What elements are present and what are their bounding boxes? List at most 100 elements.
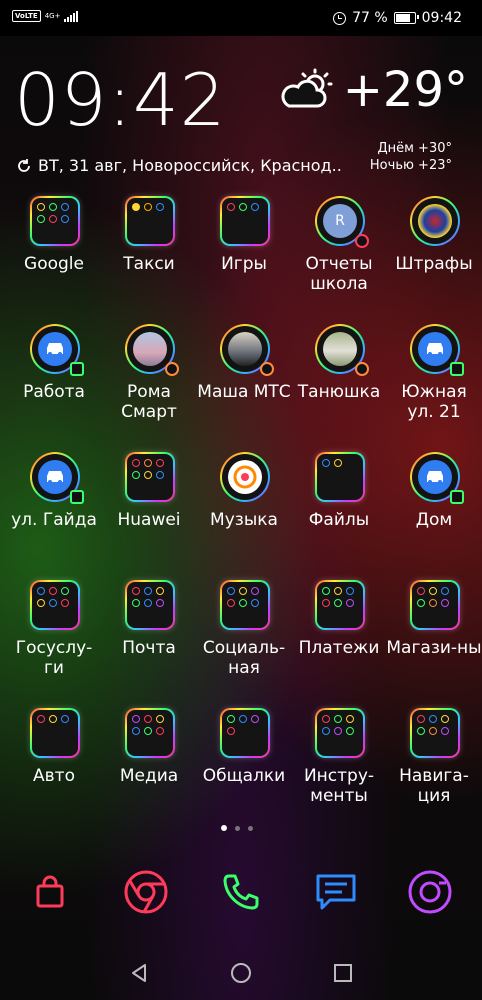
- battery-percent: 77 %: [352, 10, 388, 26]
- app-label: Файлы: [308, 510, 370, 530]
- app-label: Навига-ция: [399, 766, 469, 806]
- folder-icon: [125, 452, 175, 502]
- contact-badge-icon: [165, 362, 179, 376]
- app-label: Huawei: [117, 510, 181, 530]
- dock-shopping-bag[interactable]: [22, 864, 78, 920]
- app-label: Медиа: [119, 766, 179, 786]
- back-button[interactable]: [124, 958, 154, 988]
- messages-icon: [316, 874, 356, 910]
- signal-icon: [64, 10, 79, 22]
- home-icon: [231, 963, 251, 983]
- app-label: Google: [24, 254, 84, 274]
- home-button[interactable]: [226, 958, 256, 988]
- contact-photo-icon: [220, 324, 274, 376]
- car-icon: [410, 324, 464, 376]
- chrome-badge-icon: [355, 234, 369, 248]
- app-label: Танюшка: [297, 382, 381, 402]
- weather-widget[interactable]: +29°: [281, 62, 468, 118]
- folder-icon: [30, 580, 80, 630]
- app-label: Музыка: [210, 510, 278, 530]
- app-label: Магази-ны: [386, 638, 482, 658]
- contact-photo-icon: [125, 324, 179, 376]
- dock-messages[interactable]: [308, 864, 364, 920]
- phone-icon: [223, 874, 259, 910]
- folder-icon: [220, 580, 270, 630]
- page-indicator: [221, 825, 253, 831]
- chrome-icon: [124, 870, 168, 914]
- recents-button[interactable]: [328, 958, 358, 988]
- app-label: Отчеты школа: [305, 254, 373, 294]
- back-icon: [132, 964, 146, 982]
- folder-icon: [220, 708, 270, 758]
- maps-badge-icon: [450, 362, 464, 376]
- date-location[interactable]: ВТ, 31 авг, Новороссийск, Краснод..: [16, 156, 342, 175]
- app-label: Рома Смарт: [121, 382, 177, 422]
- maps-badge-icon: [450, 490, 464, 504]
- app-label: Штрафы: [395, 254, 473, 274]
- network-type: 4G+: [44, 11, 61, 20]
- car-icon: [410, 452, 464, 504]
- sun-cloud-icon: [281, 68, 333, 108]
- app-label: Дом: [415, 510, 453, 530]
- dock-phone[interactable]: [213, 864, 269, 920]
- clock-widget[interactable]: 09:42: [14, 60, 227, 140]
- status-right: 77 % 09:42: [333, 10, 462, 26]
- contact-badge-icon: [260, 362, 274, 376]
- app-label: Общалки: [202, 766, 286, 786]
- temperature: +29°: [342, 62, 468, 118]
- dock-chrome[interactable]: [118, 864, 174, 920]
- app-label: Госуслу-ги: [15, 638, 93, 678]
- recents-icon: [334, 964, 352, 982]
- status-left: VoLTE 4G+: [12, 10, 79, 22]
- refresh-icon[interactable]: [16, 158, 32, 174]
- battery-icon: [393, 12, 419, 24]
- maps-badge-icon: [70, 490, 84, 504]
- camera-icon: [408, 870, 452, 914]
- music-icon: [220, 452, 270, 502]
- page-dot-1[interactable]: [221, 825, 227, 831]
- status-time: 09:42: [421, 10, 462, 26]
- dock-camera[interactable]: [402, 864, 458, 920]
- car-icon: [30, 452, 84, 504]
- navigation-bar: [0, 944, 482, 1000]
- maps-badge-icon: [70, 362, 84, 376]
- app-label: Социаль-ная: [202, 638, 286, 678]
- folder-icon: [410, 708, 460, 758]
- folder-icon: [410, 580, 460, 630]
- app-label: Южная ул. 21: [401, 382, 467, 422]
- avatar-letter: R: [323, 204, 357, 238]
- folder-icon: [30, 196, 80, 246]
- app-label: Работа: [23, 382, 85, 402]
- date-location-text: ВТ, 31 авг, Новороссийск, Краснод..: [38, 156, 342, 175]
- dock: [0, 864, 482, 924]
- folder-icon: [125, 580, 175, 630]
- app-label: Инстру-менты: [303, 766, 375, 806]
- app-label: ул. Гайда: [11, 510, 97, 530]
- shopping-bag-icon: [36, 875, 64, 908]
- folder-icon: [315, 580, 365, 630]
- app-label: Авто: [33, 766, 75, 786]
- app-label: Маша МТС: [197, 382, 291, 402]
- folder-icon: [315, 708, 365, 758]
- contact-avatar-icon: R: [315, 196, 369, 248]
- app-label: Почта: [122, 638, 176, 658]
- contact-photo-icon: [315, 324, 369, 376]
- app-label: Такси: [123, 254, 175, 274]
- folder-icon: [315, 452, 365, 502]
- contact-badge-icon: [355, 362, 369, 376]
- alarm-icon: [333, 11, 347, 25]
- folder-icon: [125, 708, 175, 758]
- app-label: Игры: [221, 254, 267, 274]
- volte-indicator: VoLTE: [12, 10, 41, 22]
- night-temp: Ночью +23°: [369, 158, 452, 173]
- car-icon: [30, 324, 84, 376]
- day-temp: Днём +30°: [377, 141, 452, 156]
- day-night-temps: Днём +30° Ночью +23°: [370, 140, 452, 174]
- page-dot-3[interactable]: [248, 825, 253, 831]
- police-emblem-icon: [410, 196, 460, 246]
- page-dot-2[interactable]: [235, 825, 240, 831]
- folder-icon: [125, 196, 175, 246]
- app-label: Платежи: [298, 638, 380, 658]
- folder-icon: [30, 708, 80, 758]
- folder-icon: [220, 196, 270, 246]
